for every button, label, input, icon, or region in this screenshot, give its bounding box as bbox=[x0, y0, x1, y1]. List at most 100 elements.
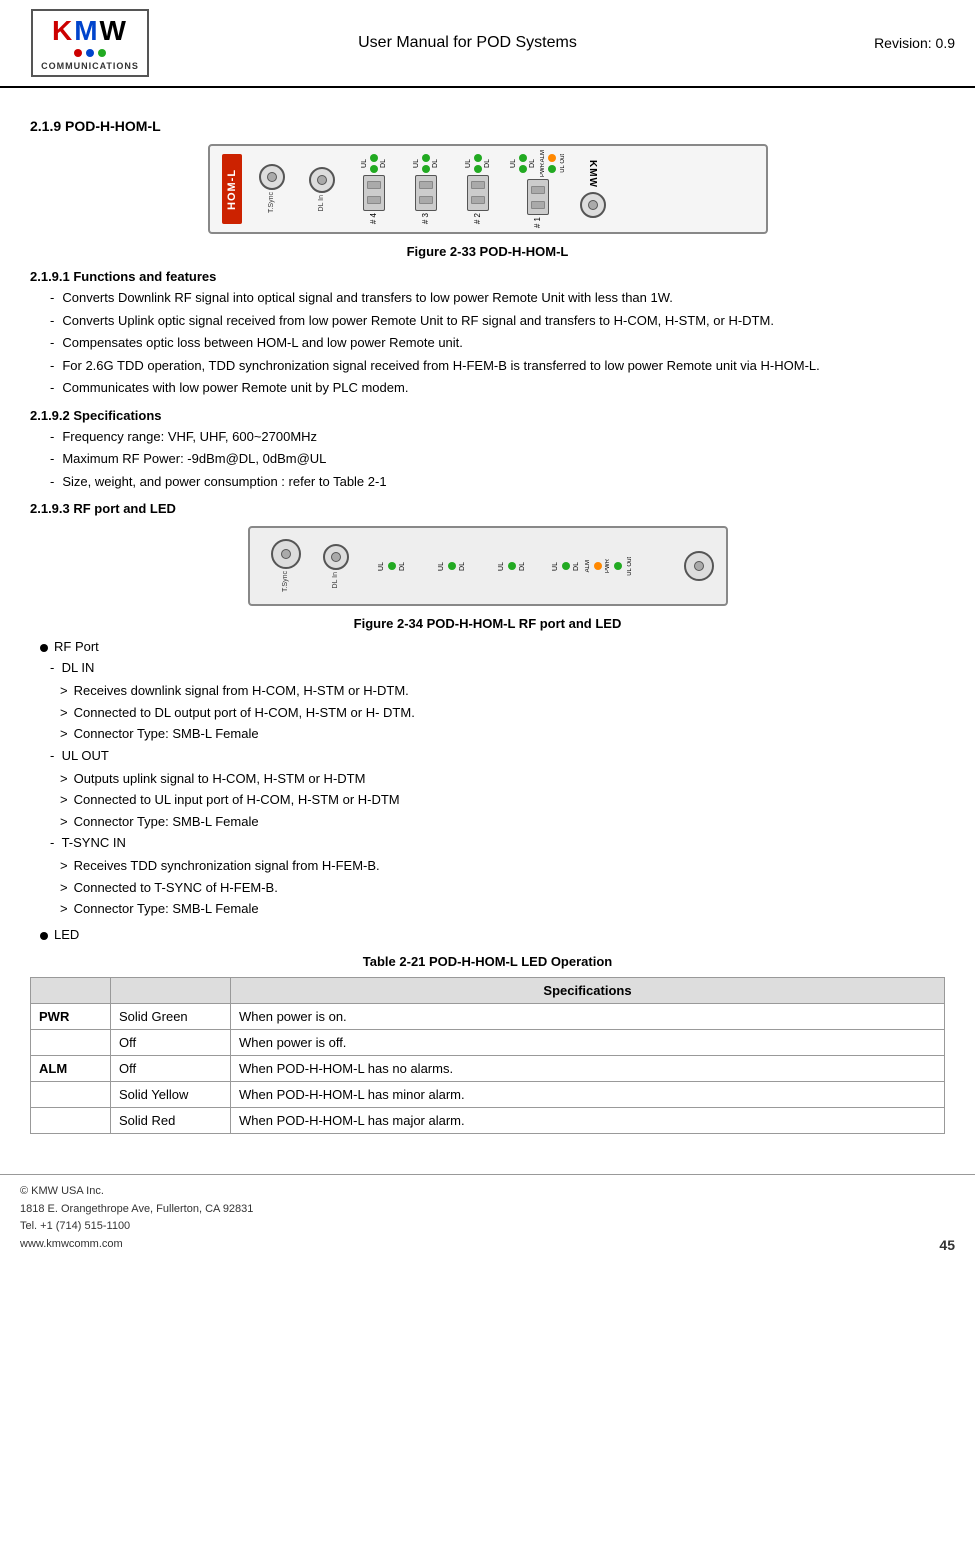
figure-34-caption: Figure 2-34 POD-H-HOM-L RF port and LED bbox=[30, 616, 945, 631]
section-2193-heading: 2.1.9.3 RF port and LED bbox=[30, 501, 945, 516]
port3-dots bbox=[422, 154, 430, 173]
logo-box: KMW COMMUNICATIONS bbox=[31, 9, 149, 77]
rect-conn-3 bbox=[415, 175, 437, 211]
rf-port-label: RF Port bbox=[54, 639, 99, 654]
logo-kmw: KMW bbox=[52, 15, 128, 47]
footer-info: © KMW USA Inc. 1818 E. Orangethrope Ave,… bbox=[20, 1183, 253, 1253]
dot-green-4 bbox=[370, 154, 378, 162]
ul-out-heading: - UL OUT bbox=[50, 746, 945, 766]
rect-conn-1 bbox=[527, 179, 549, 215]
table-cell-led-state: Off bbox=[111, 1029, 231, 1055]
figure-33-caption: Figure 2-33 POD-H-HOM-L bbox=[30, 244, 945, 259]
section-2191-heading: 2.1.9.1 Functions and features bbox=[30, 269, 945, 284]
device-box-2: T.Sync DL In UL DL UL D bbox=[248, 526, 728, 606]
spec-item-3: -Size, weight, and power consumption : r… bbox=[50, 472, 945, 492]
port2-section: UL DL # 2 bbox=[458, 154, 498, 224]
port3-dl: DL bbox=[432, 159, 439, 168]
port2-ul: UL bbox=[465, 159, 472, 168]
kmw-brand-label: KMW bbox=[587, 160, 598, 188]
table-cell-led-name bbox=[31, 1081, 111, 1107]
tsync-label: T.Sync bbox=[268, 192, 275, 213]
func-item-1: -Converts Downlink RF signal into optica… bbox=[50, 288, 945, 308]
dl-in-item-2: >Connected to DL output port of H-COM, H… bbox=[60, 703, 945, 723]
port2-num: # 2 bbox=[473, 213, 482, 224]
func-item-3: -Compensates optic loss between HOM-L an… bbox=[50, 333, 945, 353]
footer-copyright: © KMW USA Inc. bbox=[20, 1183, 253, 1201]
port1-section: UL DL ALM PWR UL bbox=[510, 150, 566, 228]
dl-in-item-3: >Connector Type: SMB-L Female bbox=[60, 724, 945, 744]
page-content: 2.1.9 POD-H-HOM-L HOM-L T.Sync DL In bbox=[0, 88, 975, 1154]
port4-section: UL DL # 4 bbox=[354, 154, 394, 224]
right-conn-fig34 bbox=[684, 551, 714, 581]
right-conn-2 bbox=[684, 551, 714, 581]
port-d-fig34: UL DL ALM PWR UL Out bbox=[552, 557, 633, 576]
table-cell-led-name bbox=[31, 1107, 111, 1133]
page-number: 45 bbox=[939, 1237, 955, 1253]
right-connector bbox=[580, 192, 606, 218]
tsync-port-fig34: T.Sync bbox=[266, 539, 306, 592]
port3-ul: UL bbox=[413, 159, 420, 168]
ul-out-item-2: >Connected to UL input port of H-COM, H-… bbox=[60, 790, 945, 810]
hom-label: HOM-L bbox=[222, 154, 242, 224]
table-cell-led-spec: When POD-H-HOM-L has minor alarm. bbox=[231, 1081, 945, 1107]
tsync-item-1: >Receives TDD synchronization signal fro… bbox=[60, 856, 945, 876]
kmw-right: KMW bbox=[580, 160, 606, 218]
port4-ul: UL bbox=[361, 159, 368, 168]
logo-area: KMW COMMUNICATIONS bbox=[20, 9, 160, 77]
table-row: Solid YellowWhen POD-H-HOM-L has minor a… bbox=[31, 1081, 945, 1107]
led-label: LED bbox=[54, 927, 79, 942]
table-cell-led-spec: When power is on. bbox=[231, 1003, 945, 1029]
dlin-connector bbox=[309, 167, 335, 193]
table-cell-led-spec: When POD-H-HOM-L has no alarms. bbox=[231, 1055, 945, 1081]
table-cell-led-spec: When power is off. bbox=[231, 1029, 945, 1055]
section-2-1-9-heading: 2.1.9 POD-H-HOM-L bbox=[30, 118, 945, 134]
port-a-fig34: UL DL bbox=[372, 562, 412, 571]
dot-pwr bbox=[548, 165, 556, 173]
table-cell-led-name bbox=[31, 1029, 111, 1055]
tsync-in-heading: - T-SYNC IN bbox=[50, 833, 945, 853]
rf-port-dot bbox=[40, 644, 48, 652]
dot-green-3 bbox=[422, 154, 430, 162]
logo-sub-text: COMMUNICATIONS bbox=[41, 61, 139, 71]
footer-phone: Tel. +1 (714) 515-1100 bbox=[20, 1218, 253, 1236]
page-footer: © KMW USA Inc. 1818 E. Orangethrope Ave,… bbox=[0, 1174, 975, 1261]
port4-dl: DL bbox=[380, 159, 387, 168]
specs-list: -Frequency range: VHF, UHF, 600~2700MHz … bbox=[50, 427, 945, 492]
footer-website: www.kmwcomm.com bbox=[20, 1236, 253, 1254]
led-bullet: LED bbox=[40, 927, 945, 942]
table-cell-led-name: ALM bbox=[31, 1055, 111, 1081]
table-cell-led-state: Off bbox=[111, 1055, 231, 1081]
page-header: KMW COMMUNICATIONS User Manual for POD S… bbox=[0, 0, 975, 88]
alm-pwr-dots bbox=[548, 154, 556, 173]
th-col2 bbox=[111, 977, 231, 1003]
tsync-in-list: >Receives TDD synchronization signal fro… bbox=[60, 856, 945, 919]
figure-33-diagram: HOM-L T.Sync DL In UL bbox=[30, 144, 945, 234]
dlin-port-fig33: DL In bbox=[302, 167, 342, 211]
dot-green-2b bbox=[474, 165, 482, 173]
spec-item-1: -Frequency range: VHF, UHF, 600~2700MHz bbox=[50, 427, 945, 447]
ul-out-label: UL Out bbox=[560, 154, 566, 173]
tsync-label-2: T.Sync bbox=[282, 571, 289, 592]
th-col1 bbox=[31, 977, 111, 1003]
table-row: ALMOffWhen POD-H-HOM-L has no alarms. bbox=[31, 1055, 945, 1081]
ul-out-list: >Outputs uplink signal to H-COM, H-STM o… bbox=[60, 769, 945, 832]
device-box-1: HOM-L T.Sync DL In UL bbox=[208, 144, 768, 234]
port2-dl: DL bbox=[484, 159, 491, 168]
logo-dots bbox=[74, 49, 106, 57]
table-cell-led-state: Solid Red bbox=[111, 1107, 231, 1133]
table-caption: Table 2-21 POD-H-HOM-L LED Operation bbox=[30, 954, 945, 969]
port3-num: # 3 bbox=[421, 213, 430, 224]
ul-out-item-3: >Connector Type: SMB-L Female bbox=[60, 812, 945, 832]
header-title: User Manual for POD Systems bbox=[160, 34, 775, 52]
table-row: Solid RedWhen POD-H-HOM-L has major alar… bbox=[31, 1107, 945, 1133]
table-cell-led-state: Solid Yellow bbox=[111, 1081, 231, 1107]
tsync-item-3: >Connector Type: SMB-L Female bbox=[60, 899, 945, 919]
th-specifications: Specifications bbox=[231, 977, 945, 1003]
dlin-port-fig34: DL In bbox=[316, 544, 356, 588]
port1-dots bbox=[519, 154, 527, 173]
table-cell-led-name: PWR bbox=[31, 1003, 111, 1029]
led-table: Specifications PWRSolid GreenWhen power … bbox=[30, 977, 945, 1134]
port2-dots bbox=[474, 154, 482, 173]
port1-num: # 1 bbox=[533, 217, 542, 228]
tsync-connector-2 bbox=[271, 539, 301, 569]
